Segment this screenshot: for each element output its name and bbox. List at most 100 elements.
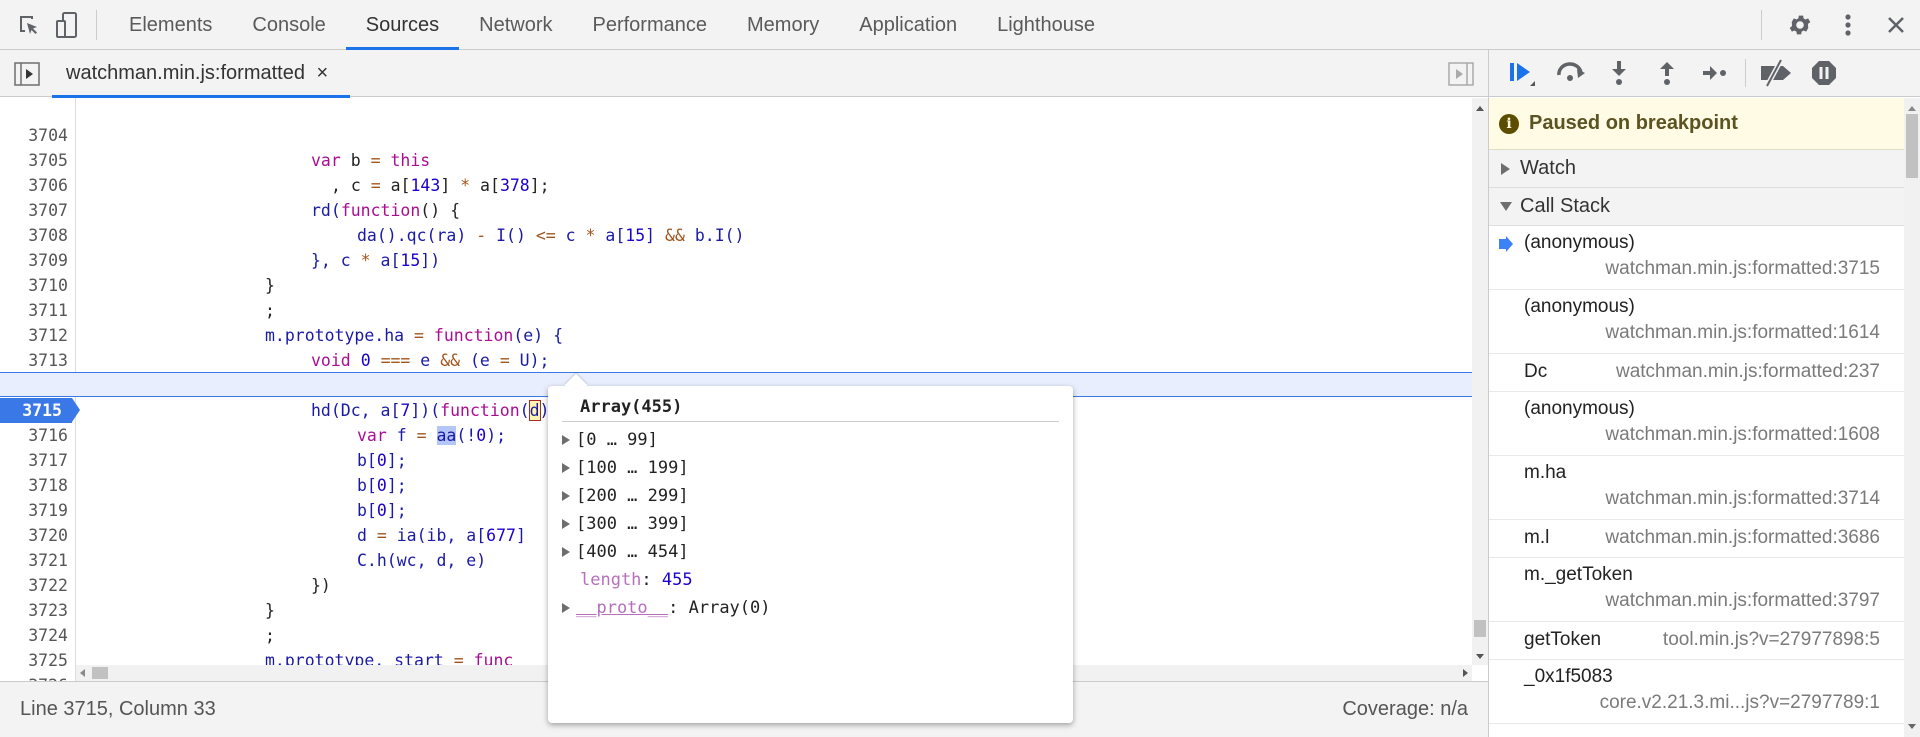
file-tab-watchman[interactable]: watchman.min.js:formatted × [52,50,350,98]
call-frame-current[interactable]: (anonymous) watchman.min.js:formatted:37… [1489,226,1904,290]
watch-section-header[interactable]: Watch [1489,150,1904,188]
tab-elements[interactable]: Elements [109,0,232,50]
tab-application[interactable]: Application [839,0,977,50]
array-range-row[interactable]: [400 … 454] [562,538,689,566]
length-property: length: 455 [580,570,693,590]
inspect-element-button[interactable] [10,0,48,50]
code-line: 3705 , c = a[143] * a[378]; [0,123,1472,195]
cursor-position: Line 3715, Column 33 [20,698,216,720]
frame-location[interactable]: watchman.min.js:formatted:237 [1616,361,1880,383]
proto-property[interactable]: __proto__: Array(0) [562,594,771,622]
code-line: 3706 rd(function() { [0,148,1472,220]
debugger-sidebar: i Paused on breakpoint Watch Call Stack … [1488,50,1920,737]
code-line: 3712 void 0 === e && (e = U); [0,298,1472,370]
inspect-element-icon [20,15,37,34]
tab-network[interactable]: Network [459,0,572,50]
frame-location[interactable]: core.v2.21.3.mi...js?v=2797789:1 [1600,692,1880,714]
call-frame[interactable]: (anonymous) watchman.min.js:formatted:16… [1489,290,1904,354]
call-frame[interactable]: _0x1f5083 core.v2.21.3.mi...js?v=2797789… [1489,660,1904,724]
toolbar-divider [1745,59,1746,87]
array-range-row[interactable]: [300 … 399] [562,510,689,538]
frame-location[interactable]: watchman.min.js:formatted:3714 [1605,488,1880,510]
coverage-status: Coverage: n/a [1342,698,1468,720]
step-into-button[interactable] [1595,53,1643,93]
frame-location[interactable]: watchman.min.js:formatted:3686 [1605,527,1880,549]
call-frame[interactable]: Dc watchman.min.js:formatted:237 [1489,354,1904,392]
deactivate-breakpoints-icon [1761,59,1791,87]
scroll-thumb[interactable] [92,667,108,679]
settings-button[interactable] [1776,0,1824,50]
frame-location[interactable]: watchman.min.js:formatted:1608 [1605,424,1880,446]
close-tab-icon[interactable]: × [317,50,329,97]
scroll-right-arrow[interactable] [1463,669,1468,677]
pause-on-exceptions-icon [1812,61,1836,85]
sidebar-scrollbar[interactable] [1904,98,1920,737]
more-options-icon [1845,14,1851,36]
panel-tabs: Elements Console Sources Network Perform… [109,0,1115,50]
array-range-row[interactable]: [0 … 99] [562,426,658,454]
tab-performance[interactable]: Performance [573,0,728,50]
info-icon: i [1499,113,1519,134]
call-frame[interactable]: m.ha watchman.min.js:formatted:3714 [1489,456,1904,520]
frame-location[interactable]: watchman.min.js:formatted:3715 [1605,258,1880,280]
step-out-button[interactable] [1643,53,1691,93]
step-over-button[interactable] [1547,53,1595,93]
scroll-up-arrow[interactable] [1908,106,1916,111]
more-options-button[interactable] [1824,0,1872,50]
scroll-up-arrow[interactable] [1476,106,1484,111]
close-icon [1888,17,1904,33]
expand-arrow-icon [562,603,570,613]
frame-function: (anonymous) [1524,296,1635,317]
scroll-thumb[interactable] [1906,114,1918,178]
frame-function: _0x1f5083 [1524,666,1613,687]
frame-function: m._getToken [1524,564,1633,585]
frame-location[interactable]: tool.min.js?v=27977898:5 [1663,629,1880,651]
frame-location[interactable]: watchman.min.js:formatted:3797 [1605,590,1880,612]
code-line: 3708 }, c * a[15]) [0,198,1472,270]
resume-button[interactable] [1499,53,1547,93]
array-range-row[interactable]: [200 … 299] [562,482,689,510]
tab-sources[interactable]: Sources [345,0,460,50]
call-frame[interactable]: m._getToken watchman.min.js:formatted:37… [1489,558,1904,622]
step-button[interactable] [1691,53,1739,93]
collapse-arrow-icon [1500,202,1512,211]
toggle-navigator-icon[interactable] [14,62,40,86]
debugger-sections: i Paused on breakpoint Watch Call Stack … [1489,98,1904,737]
tab-console[interactable]: Console [232,0,345,50]
current-frame-arrow-icon [1499,236,1513,252]
tab-memory[interactable]: Memory [727,0,839,50]
scroll-thumb[interactable] [1474,620,1486,637]
code-line: 3711 m.prototype.ha = function(e) { [0,273,1472,345]
frame-function: (anonymous) [1524,232,1635,253]
editor-vertical-scrollbar[interactable] [1472,98,1488,665]
expand-arrow-icon [562,491,570,501]
toolbar-divider [1761,10,1762,40]
call-frame[interactable]: getToken tool.min.js?v=27977898:5 [1489,622,1904,660]
close-devtools-button[interactable] [1872,0,1920,50]
toggle-debugger-icon[interactable] [1448,62,1474,86]
array-range-row[interactable]: [100 … 199] [562,454,689,482]
topbar-actions [1761,0,1920,50]
call-frame[interactable]: m.l watchman.min.js:formatted:3686 [1489,520,1904,558]
code-line: 3710 ; [0,248,1472,320]
callstack-section-header[interactable]: Call Stack [1489,188,1904,226]
toolbar-divider [96,9,97,40]
scroll-down-arrow[interactable] [1476,654,1484,659]
device-toolbar-button[interactable] [48,0,86,50]
pause-on-exceptions-button[interactable] [1800,53,1848,93]
tab-lighthouse[interactable]: Lighthouse [977,0,1115,50]
deactivate-breakpoints-button[interactable] [1752,53,1800,93]
call-frame[interactable]: (anonymous) watchman.min.js:formatted:16… [1489,392,1904,456]
step-out-icon [1660,62,1674,85]
scroll-left-arrow[interactable] [80,669,85,677]
frame-location[interactable]: watchman.min.js:formatted:1614 [1605,322,1880,344]
expand-arrow-icon [1501,162,1510,175]
debugger-toolbar [1489,50,1920,97]
code-line: 3713 var c = Ya(); [0,323,1472,395]
device-toolbar-icon [56,11,77,38]
paused-message: Paused on breakpoint [1529,112,1738,134]
scroll-down-arrow[interactable] [1908,724,1916,729]
paused-banner: i Paused on breakpoint [1489,98,1904,150]
file-tab-bar: watchman.min.js:formatted × [0,50,1488,98]
variable-preview-popover: Array(455) [0 … 99] [100 … 199] [200 … 2… [548,373,1073,723]
